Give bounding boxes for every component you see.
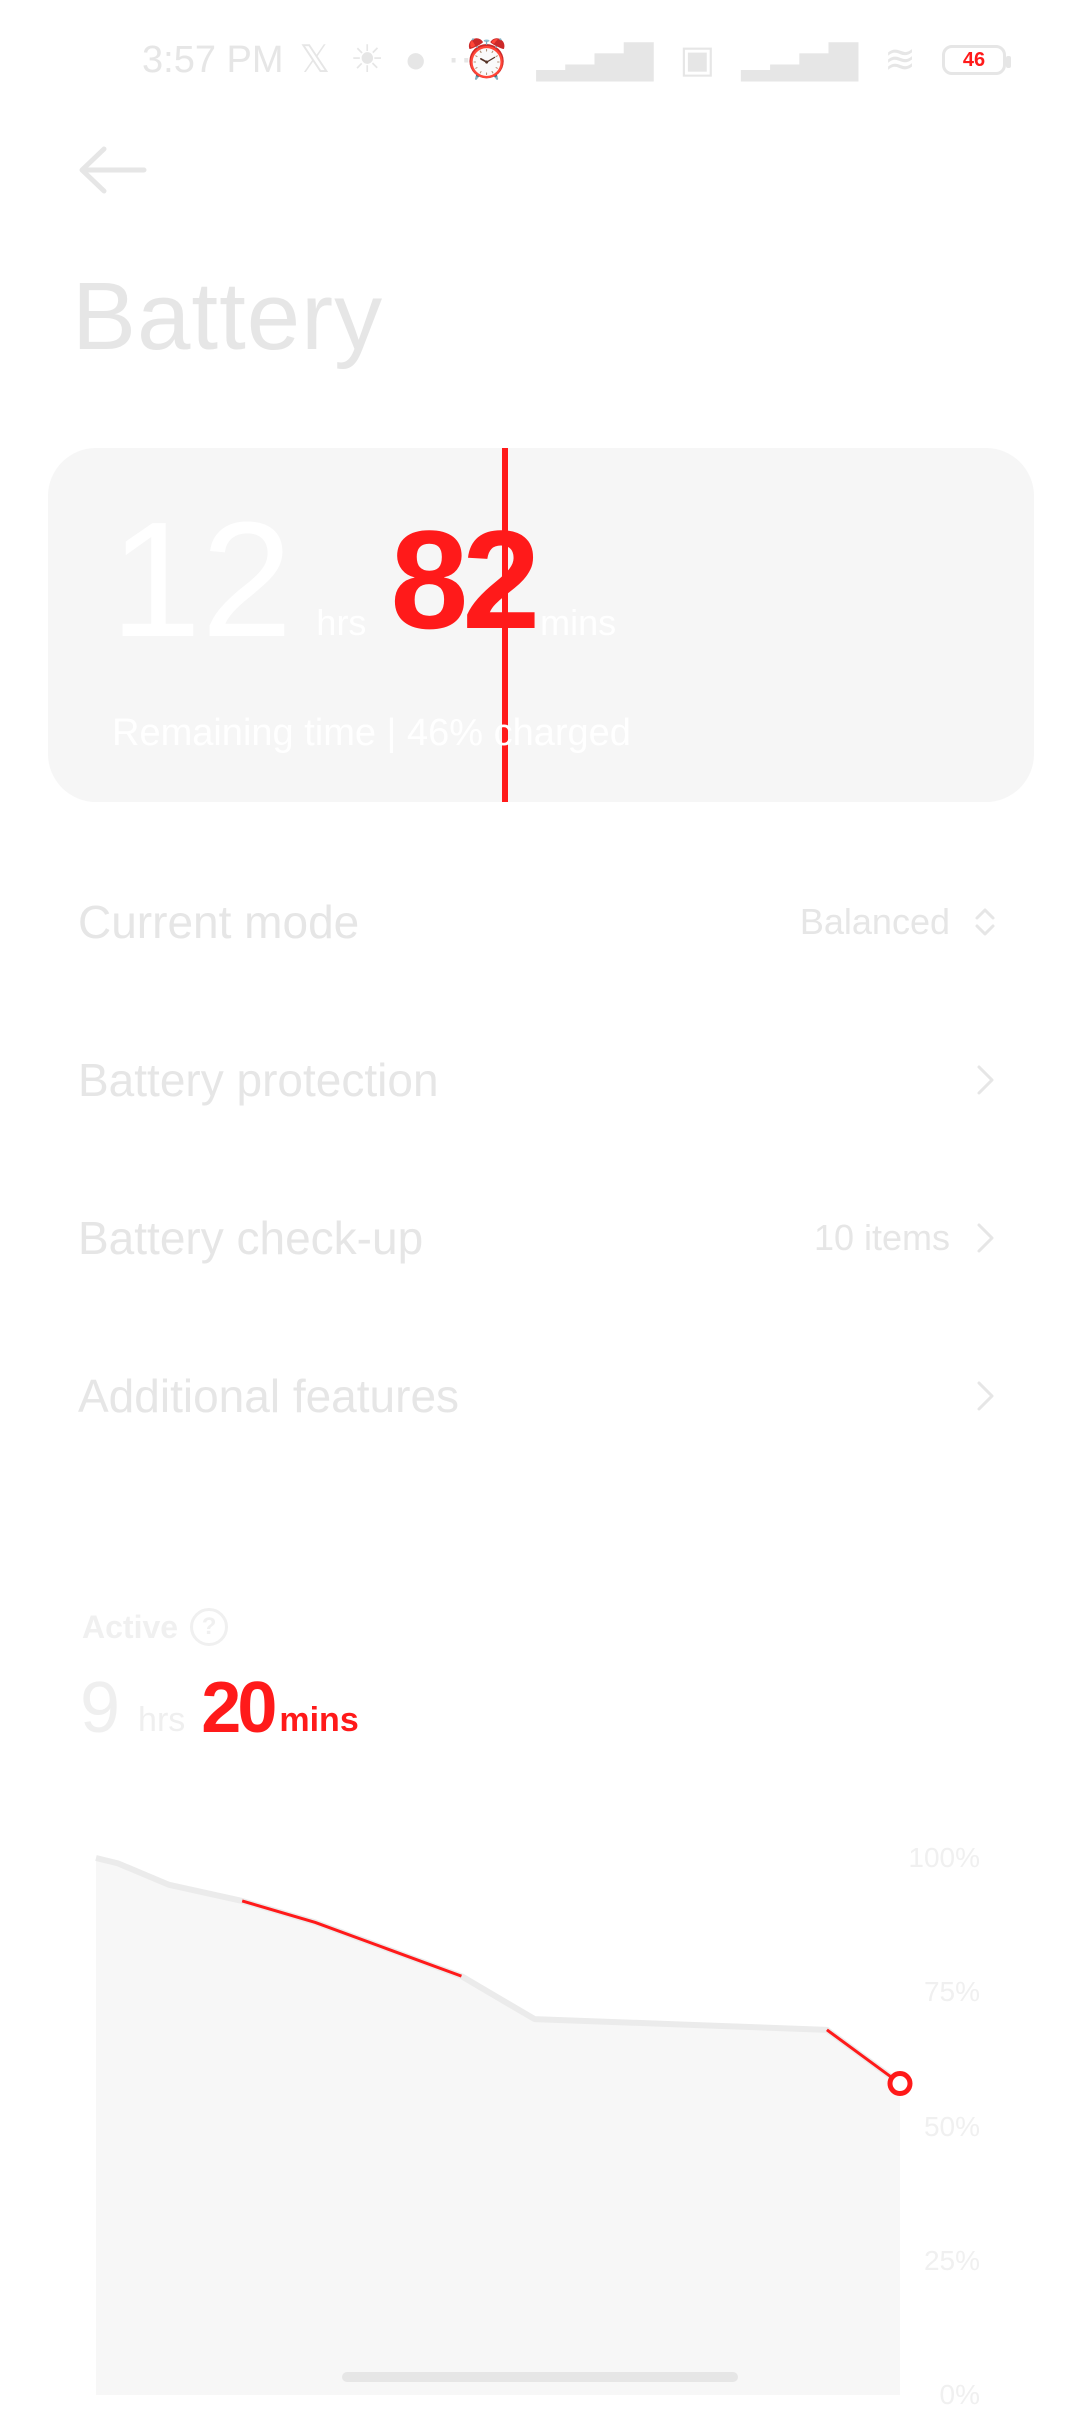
- chevron-right-icon: [977, 1223, 994, 1253]
- chevron-right-icon: [977, 1381, 994, 1411]
- battery-chart-svg: [95, 1855, 913, 2395]
- active-hours-value: 9: [80, 1668, 121, 1748]
- status-left: 3:57 PM 𝕏 ☀ ● ⋯: [142, 38, 485, 82]
- y-tick-label: 25%: [923, 2244, 980, 2276]
- battery-checkup-value: 10 items: [813, 1217, 950, 1258]
- status-bar: 3:57 PM 𝕏 ☀ ● ⋯ ⏰ ▂▃▅▇ ▣ ▂▃▅▇ ≋ 46: [0, 0, 1080, 120]
- minutes-value: 82: [390, 501, 540, 658]
- battery-chart: 100% 75% 50% 25% 0%: [80, 1830, 1040, 2410]
- active-hours-unit: hrs: [138, 1701, 186, 1739]
- volte-icon: ▣: [679, 39, 716, 81]
- battery-checkup-value-group: 10 items: [814, 1217, 1002, 1259]
- battery-protection-row[interactable]: Battery protection: [78, 1030, 1002, 1130]
- battery-checkup-row[interactable]: Battery check-up 10 items: [78, 1188, 1002, 1288]
- y-tick-label: 0%: [939, 2379, 980, 2410]
- wifi-icon: ≋: [884, 39, 916, 81]
- active-minutes-unit: mins: [279, 1701, 359, 1739]
- chat-icon: ●: [404, 39, 428, 81]
- updown-icon: [975, 908, 995, 936]
- hours-value: 12: [110, 488, 293, 671]
- battery-protection-label: Battery protection: [78, 1054, 439, 1106]
- chevron-right-icon: [977, 1065, 994, 1095]
- chart-area-fill: [96, 1858, 900, 2395]
- help-icon[interactable]: ?: [190, 1608, 229, 1646]
- battery-checkup-label: Battery check-up: [78, 1212, 424, 1264]
- signal-icon: ▂▃▅▇: [741, 39, 859, 81]
- additional-features-label: Additional features: [78, 1370, 460, 1422]
- active-time: 9 hrs 20 mins: [80, 1670, 359, 1746]
- status-right: ⏰ ▂▃▅▇ ▣ ▂▃▅▇ ≋ 46: [463, 38, 1011, 82]
- hours-unit: hrs: [316, 602, 367, 643]
- back-button[interactable]: [78, 140, 148, 200]
- x-icon: 𝕏: [299, 39, 331, 81]
- battery-level: 46: [962, 48, 986, 71]
- active-label-group: Active ?: [82, 1608, 229, 1646]
- home-indicator[interactable]: [342, 2372, 738, 2382]
- remaining-time: 12 hrs 82 mins: [110, 498, 616, 662]
- alarm-icon: ⏰: [463, 39, 511, 81]
- battery-protection-value-group: [968, 1063, 1002, 1097]
- additional-features-value-group: [968, 1379, 1002, 1413]
- active-label: Active: [82, 1608, 179, 1645]
- signal-icon: ▂▃▅▇: [536, 39, 654, 81]
- y-tick-label: 75%: [923, 1976, 980, 2008]
- back-arrow-icon: [79, 146, 147, 194]
- active-minutes-value: 20: [201, 1668, 277, 1748]
- battery-icon: 46: [942, 45, 1011, 75]
- battery-summary-card: 12 hrs 82 mins Remaining time | 46% char…: [48, 448, 1034, 802]
- current-mode-row[interactable]: Current mode Balanced: [78, 872, 1002, 972]
- status-time: 3:57 PM: [142, 38, 284, 81]
- y-tick-label: 100%: [908, 1842, 980, 1873]
- minutes-unit: mins: [540, 602, 617, 643]
- sunrise-icon: ☀: [350, 39, 385, 81]
- current-mode-value-group: Balanced: [800, 901, 1002, 943]
- remaining-text: Remaining time | 46% charged: [112, 712, 631, 754]
- page-title: Battery: [72, 263, 384, 370]
- status-icons-left: 𝕏 ☀ ● ⋯: [300, 38, 486, 82]
- current-mode-value: Balanced: [799, 901, 950, 942]
- y-tick-label: 50%: [923, 2110, 980, 2142]
- additional-features-row[interactable]: Additional features: [78, 1346, 1002, 1446]
- chart-current-point: [887, 2071, 913, 2097]
- current-mode-label: Current mode: [78, 896, 360, 948]
